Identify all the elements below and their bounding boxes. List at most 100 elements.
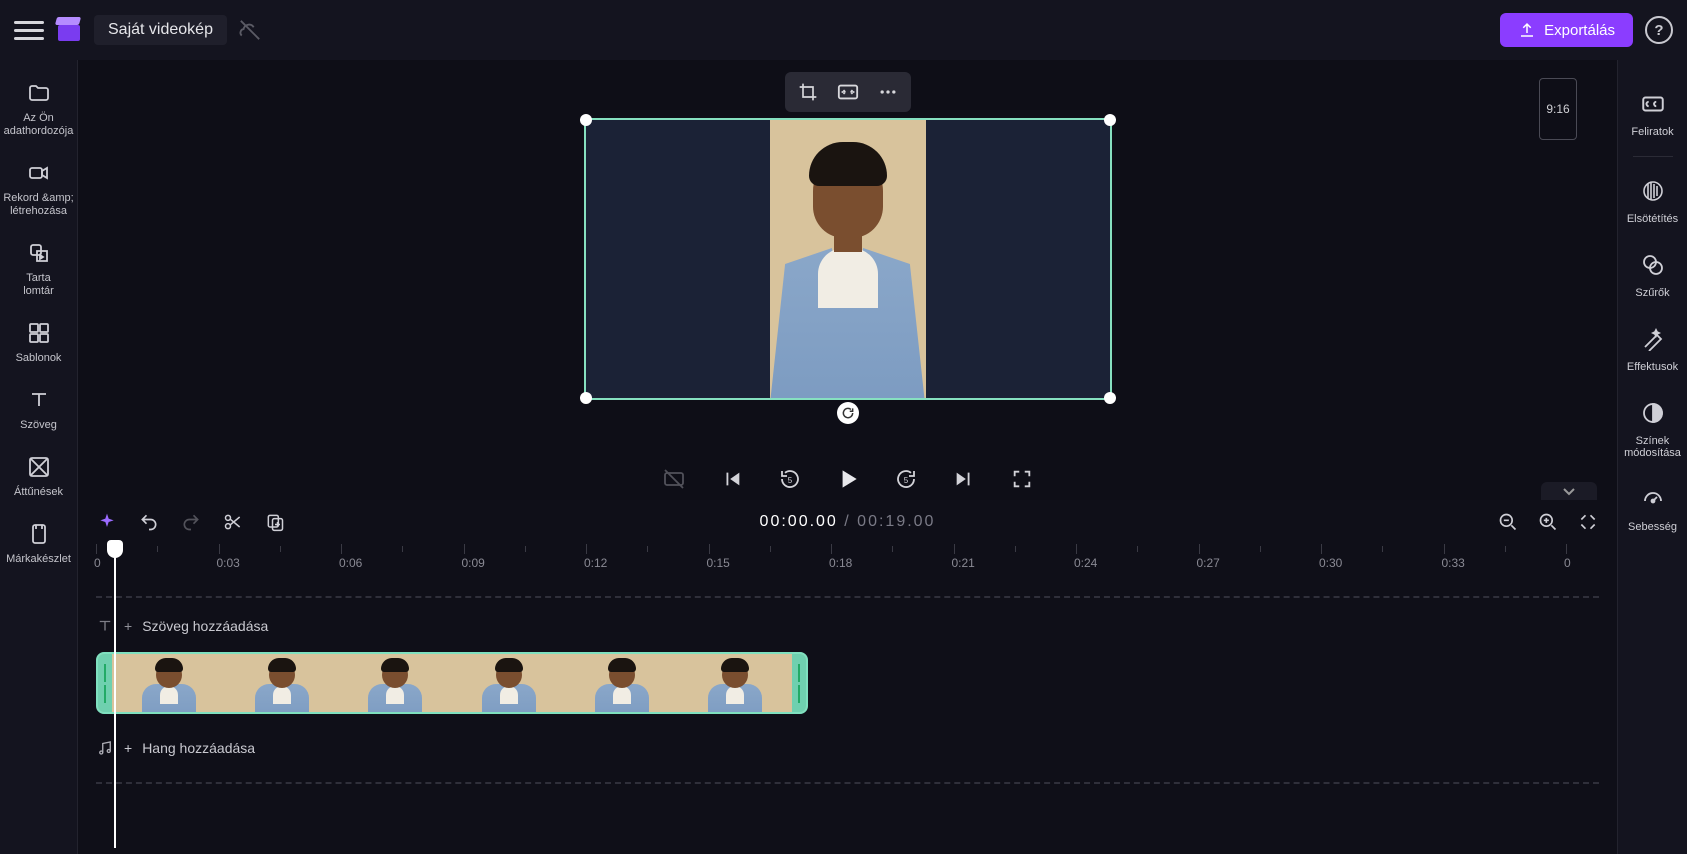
text-icon xyxy=(26,387,52,413)
right-item-label: Szűrők xyxy=(1635,287,1669,299)
rewind-5-button[interactable]: 5 xyxy=(775,464,805,494)
fit-button[interactable] xyxy=(829,76,867,108)
sidebar-item-templates[interactable]: Sablonok xyxy=(0,310,78,377)
right-item-speed[interactable]: Sebesség xyxy=(1618,473,1687,547)
text-icon xyxy=(96,617,114,635)
video-preview-content xyxy=(770,120,926,398)
crop-button[interactable] xyxy=(789,76,827,108)
plus-icon: + xyxy=(124,740,132,756)
export-label: Exportálás xyxy=(1544,22,1615,39)
contrast-icon xyxy=(1639,399,1667,427)
right-item-label: Feliratok xyxy=(1631,126,1673,138)
sidebar-item-label: Szöveg xyxy=(20,419,57,432)
clip-trim-left-handle[interactable] xyxy=(98,654,112,712)
video-track-row xyxy=(96,652,1599,714)
undo-button[interactable] xyxy=(138,511,160,533)
ruler-tick-label: 0:09 xyxy=(462,556,485,570)
aspect-ratio-button[interactable]: 9:16 xyxy=(1539,78,1577,140)
duplicate-button[interactable] xyxy=(264,511,286,533)
zoom-fit-button[interactable] xyxy=(1577,511,1599,533)
sidebar-item-brandkit[interactable]: Márkakészlet xyxy=(0,511,78,578)
captions-icon xyxy=(1639,90,1667,118)
sidebar-item-record[interactable]: Rekord &amp; létrehozása xyxy=(0,150,78,230)
ruler-tick-label: 0:33 xyxy=(1442,556,1465,570)
clip-trim-right-handle[interactable] xyxy=(792,654,806,712)
ruler-tick-label: 0:27 xyxy=(1197,556,1220,570)
right-item-adjust-colors[interactable]: Színek módosítása xyxy=(1618,387,1687,473)
fullscreen-button[interactable] xyxy=(1007,464,1037,494)
selected-clip-frame[interactable] xyxy=(584,118,1112,400)
right-item-label: Elsötétítés xyxy=(1627,213,1678,225)
menu-button[interactable] xyxy=(14,15,44,45)
right-item-effects[interactable]: Effektusok xyxy=(1618,313,1687,387)
plus-icon: + xyxy=(124,618,132,634)
effects-icon xyxy=(1639,325,1667,353)
sidebar-item-content-library[interactable]: Tarta lomtár xyxy=(0,230,78,310)
transport-controls: 5 5 xyxy=(659,464,1037,494)
playhead[interactable] xyxy=(114,544,116,848)
skip-end-button[interactable] xyxy=(949,464,979,494)
add-audio-track-row[interactable]: + Hang hozzáadása xyxy=(96,728,1599,768)
right-item-label: Színek módosítása xyxy=(1624,435,1681,459)
folder-icon xyxy=(26,80,52,106)
right-sidebar: Feliratok Elsötétítés Szűrők Effektusok … xyxy=(1617,60,1687,854)
add-audio-label: Hang hozzáadása xyxy=(142,740,255,756)
svg-text:5: 5 xyxy=(903,476,908,485)
clip-thumbnails xyxy=(112,654,792,712)
clip-floating-toolbar xyxy=(785,72,911,112)
resize-handle-bl[interactable] xyxy=(580,392,592,404)
timeline-tracks: + Szöveg hozzáadása + Hang hozzáadása xyxy=(96,596,1599,784)
fade-icon xyxy=(1639,177,1667,205)
left-sidebar: Az Ön adathordozója Rekord &amp; létreho… xyxy=(0,60,78,854)
music-icon xyxy=(96,739,114,757)
video-clip[interactable] xyxy=(96,652,808,714)
top-bar: Saját videokép Exportálás ? xyxy=(0,0,1687,60)
speed-icon xyxy=(1639,485,1667,513)
zoom-in-button[interactable] xyxy=(1537,511,1559,533)
preview-stage: 9:16 5 5 xyxy=(78,60,1617,500)
sidebar-item-label: Márkakészlet xyxy=(6,553,71,566)
ruler-tick-label: 0:24 xyxy=(1074,556,1097,570)
resize-handle-tl[interactable] xyxy=(580,114,592,126)
timeline-zoom-controls xyxy=(1497,511,1599,533)
right-item-captions[interactable]: Feliratok xyxy=(1618,78,1687,152)
ruler-tick-label: 0 xyxy=(94,556,101,570)
right-item-fade[interactable]: Elsötétítés xyxy=(1618,165,1687,239)
right-item-label: Sebesség xyxy=(1628,521,1677,533)
timeline-ruler[interactable]: 00:030:060:090:120:150:180:210:240:270:3… xyxy=(96,544,1617,578)
help-button[interactable]: ? xyxy=(1645,16,1673,44)
sidebar-item-label: Tarta lomtár xyxy=(23,272,54,298)
sidebar-item-media[interactable]: Az Ön adathordozója xyxy=(0,70,78,150)
zoom-out-button[interactable] xyxy=(1497,511,1519,533)
play-button[interactable] xyxy=(833,464,863,494)
ruler-tick-label: 0:30 xyxy=(1319,556,1342,570)
resize-handle-br[interactable] xyxy=(1104,392,1116,404)
timeline-toolbar: 00:00.00 / 00:19.00 xyxy=(78,500,1617,544)
add-text-label: Szöveg hozzáadása xyxy=(142,618,268,634)
sidebar-item-label: Rekord &amp; létrehozása xyxy=(3,192,73,218)
ruler-tick-label: 0:21 xyxy=(952,556,975,570)
split-button[interactable] xyxy=(222,511,244,533)
ai-sparkle-button[interactable] xyxy=(96,511,118,533)
right-item-label: Effektusok xyxy=(1627,361,1678,373)
export-button[interactable]: Exportálás xyxy=(1500,13,1633,47)
resize-handle-tr[interactable] xyxy=(1104,114,1116,126)
cloud-off-icon xyxy=(239,19,261,41)
rotate-handle[interactable] xyxy=(837,402,859,424)
ruler-tick-label: 0:06 xyxy=(339,556,362,570)
ruler-tick-label: 0:12 xyxy=(584,556,607,570)
add-text-track-row[interactable]: + Szöveg hozzáadása xyxy=(96,606,1599,646)
sidebar-item-text[interactable]: Szöveg xyxy=(0,377,78,444)
timeline-collapse-button[interactable] xyxy=(1541,482,1597,500)
ruler-tick-label: 0:03 xyxy=(217,556,240,570)
svg-text:5: 5 xyxy=(787,476,792,485)
sidebar-item-label: Az Ön adathordozója xyxy=(2,112,76,138)
timeline-timecode: 00:00.00 / 00:19.00 xyxy=(760,513,936,531)
brandkit-icon xyxy=(26,521,52,547)
project-title[interactable]: Saját videokép xyxy=(94,15,227,45)
forward-5-button[interactable]: 5 xyxy=(891,464,921,494)
sidebar-item-transitions[interactable]: Áttűnések xyxy=(0,444,78,511)
more-button[interactable] xyxy=(869,76,907,108)
skip-start-button[interactable] xyxy=(717,464,747,494)
right-item-filters[interactable]: Szűrők xyxy=(1618,239,1687,313)
